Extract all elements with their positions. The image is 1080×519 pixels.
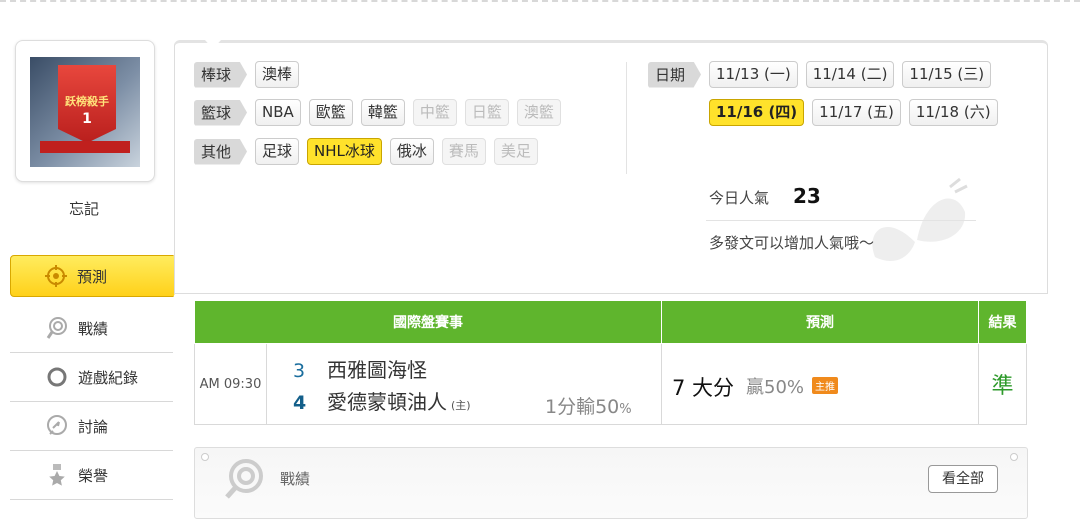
sidebar-item-label: 預測 <box>77 267 108 286</box>
handicap-odds: 1分輸50% <box>545 392 632 419</box>
avatar[interactable]: 跃榜殺手 1 <box>30 57 140 167</box>
sidebar-item-record[interactable]: 戰績 <box>10 304 173 353</box>
tag-american-football: 美足 <box>493 138 538 165</box>
away-team-number: 3 <box>293 360 306 382</box>
sidebar-item-label: 討論 <box>78 417 109 436</box>
tag-russia-hockey[interactable]: 俄冰 <box>389 138 434 165</box>
username: 忘記 <box>68 200 99 218</box>
date-row-1: 日期 11/13 (一) 11/14 (二) 11/15 (三) <box>648 61 992 88</box>
tag-nhl-hockey[interactable]: NHL冰球 <box>307 138 382 165</box>
target-icon <box>43 263 69 289</box>
date-1118[interactable]: 11/18 (六) <box>908 99 998 126</box>
category-other: 其他 <box>194 138 248 165</box>
tag-euro-basketball[interactable]: 歐籃 <box>308 99 353 126</box>
teams-cell: 3 西雅圖海怪 4 愛德蒙頓油人 (主) 1分輸50% <box>266 343 662 425</box>
corner-dot <box>201 453 209 461</box>
handicap-pct-unit: % <box>619 402 632 417</box>
tag-nba[interactable]: NBA <box>255 99 301 126</box>
handicap-text: 1分輸 <box>545 396 596 418</box>
game-table: 國際盤賽事 預測 結果 AM 09:30 3 西雅圖海怪 4 愛德蒙頓油人 (主)… <box>194 300 1027 425</box>
popularity-value: 23 <box>793 184 821 208</box>
sidebar-item-honor[interactable]: 榮譽 <box>10 451 173 500</box>
table-row: AM 09:30 3 西雅圖海怪 4 愛德蒙頓油人 (主) 1分輸50% 7 大分… <box>194 343 1027 425</box>
butterfly-decoration-icon <box>855 172 975 271</box>
avatar-rank: 1 <box>82 111 92 127</box>
filter-row-basketball: 籃球 NBA 歐籃 韓籃 中籃 日籃 澳籃 <box>194 99 561 126</box>
sidebar-item-label: 榮譽 <box>78 466 109 485</box>
date-row-2: 11/16 (四) 11/17 (五) 11/18 (六) <box>709 99 998 126</box>
date-1117[interactable]: 11/17 (五) <box>812 99 901 126</box>
filter-divider <box>626 62 627 174</box>
chat-icon <box>44 413 70 439</box>
category-basketball: 籃球 <box>194 99 248 126</box>
sidebar-item-label: 遊戲紀錄 <box>78 368 139 387</box>
home-marker: (主) <box>451 399 471 412</box>
avatar-ribbon <box>40 141 130 153</box>
date-1114[interactable]: 11/14 (二) <box>805 61 895 88</box>
avatar-card[interactable]: 跃榜殺手 1 <box>15 40 155 182</box>
avatar-banner-text: 跃榜殺手 <box>65 95 109 108</box>
away-team-name: 西雅圖海怪 <box>327 358 427 382</box>
tag-aus-baseball[interactable]: 澳棒 <box>255 61 300 88</box>
popularity-divider <box>706 220 976 221</box>
home-team[interactable]: 4 愛德蒙頓油人 (主) <box>293 386 471 415</box>
sidebar-item-label: 戰績 <box>78 319 109 338</box>
tag-soccer[interactable]: 足球 <box>255 138 300 165</box>
tag-aus-basketball: 澳籃 <box>516 99 561 126</box>
star-medal-icon <box>44 462 70 488</box>
prediction-value: 7 大分 <box>672 376 735 400</box>
top-dashed-divider <box>0 0 1080 2</box>
tag-korea-basketball[interactable]: 韓籃 <box>360 99 405 126</box>
header-international-games: 國際盤賽事 <box>194 300 662 344</box>
date-1116[interactable]: 11/16 (四) <box>709 99 805 126</box>
home-team-text: 愛德蒙頓油人 <box>327 390 447 414</box>
away-team[interactable]: 3 西雅圖海怪 <box>293 354 427 383</box>
sidebar-menu: 預測 戰績 遊戲紀錄 討論 榮譽 <box>10 255 182 500</box>
popularity-label: 今日人氣 <box>709 189 770 207</box>
sidebar-item-game-log[interactable]: 遊戲紀錄 <box>10 353 173 402</box>
sidebar-item-prediction[interactable]: 預測 <box>10 255 182 297</box>
home-team-number: 4 <box>293 392 307 414</box>
record-panel <box>194 447 1028 519</box>
tag-japan-basketball: 日籃 <box>464 99 509 126</box>
win-rate: 贏50% <box>746 377 805 398</box>
main-pick-badge: 主推 <box>812 377 838 394</box>
view-all-button[interactable]: 看全部 <box>928 465 998 493</box>
handicap-pct: 50 <box>595 396 620 418</box>
result-value: 準 <box>978 343 1027 425</box>
record-icon <box>44 315 70 341</box>
tag-china-basketball: 中籃 <box>412 99 457 126</box>
tag-horse-racing: 賽馬 <box>441 138 486 165</box>
record-icon <box>222 457 266 505</box>
home-team-name: 愛德蒙頓油人 (主) <box>327 386 471 415</box>
circle-icon <box>44 364 70 390</box>
filter-row-other: 其他 足球 NHL冰球 俄冰 賽馬 美足 <box>194 138 538 165</box>
category-date: 日期 <box>648 61 702 88</box>
game-time: AM 09:30 <box>194 343 267 425</box>
date-1113[interactable]: 11/13 (一) <box>709 61 798 88</box>
prediction-cell: 7 大分 贏50% 主推 <box>661 343 979 425</box>
filter-row-baseball: 棒球 澳棒 <box>194 61 300 88</box>
sidebar-item-discussion[interactable]: 討論 <box>10 402 173 451</box>
popularity-note: 多發文可以增加人氣哦〜 <box>709 234 875 252</box>
header-result: 結果 <box>978 300 1027 344</box>
header-prediction: 預測 <box>661 300 979 344</box>
date-1115[interactable]: 11/15 (三) <box>902 61 992 88</box>
category-baseball: 棒球 <box>194 61 248 88</box>
record-title: 戰績 <box>280 470 311 488</box>
corner-dot <box>1010 453 1018 461</box>
